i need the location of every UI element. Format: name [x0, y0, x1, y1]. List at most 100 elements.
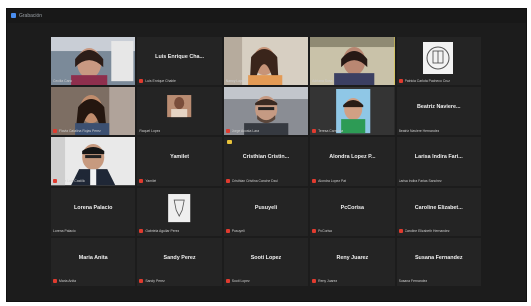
participant-tile[interactable]: Maria Anita Maria Anita: [51, 237, 136, 286]
participant-name-bar: Patricia Carlota Pacheco Cruz: [398, 77, 479, 84]
participant-tile[interactable]: PcCorisa PcCorisa: [310, 187, 395, 236]
participant-name-bar: Reny Juarez: [312, 278, 392, 285]
participant-tile[interactable]: Adriana Sosa: [310, 37, 395, 86]
participant-name-bar: Adriana Sosa: [312, 77, 392, 84]
participant-name: Nancy Lopez: [225, 78, 246, 83]
participant-display-name: Reny Juarez: [336, 254, 369, 261]
participant-tile[interactable]: Larisa Indira Fari... Larisa Indira Faria…: [396, 137, 481, 186]
participant-display-name: Cristhian Cristin...: [242, 154, 290, 161]
organization-logo: [422, 42, 453, 74]
mic-muted-icon: [53, 128, 57, 133]
participant-name: Teresa Carmona: [318, 128, 344, 133]
mic-muted-icon: [312, 179, 317, 184]
participant-tile[interactable]: Caroline Elizabet... Caroline Elizabeth H…: [396, 187, 481, 236]
participant-display-name: Lorena Palacio: [74, 204, 113, 211]
participant-name: Lorena Palacio: [53, 229, 76, 234]
mic-muted-icon: [53, 179, 57, 184]
participant-display-name: Caroline Elizabet...: [414, 204, 463, 211]
participant-tile[interactable]: Jose Luis Castillo: [51, 137, 136, 186]
participant-display-name: Yamilet: [170, 154, 190, 161]
participant-tile[interactable]: Sandy Perez Sandy Perez: [137, 237, 222, 286]
app-title: Grabación: [19, 13, 43, 19]
participant-name-bar: Nancy Lopez: [226, 77, 306, 84]
participant-name: PcCorisa: [318, 229, 332, 234]
participant-display-name: Alondra Lopez P...: [329, 154, 376, 161]
participant-tile[interactable]: Lorena Palacio Lorena Palacio: [51, 187, 136, 236]
participant-tile[interactable]: Nancy Lopez: [223, 37, 309, 86]
participant-name-bar: Caroline Elizabeth Hernandez: [398, 228, 479, 235]
participant-name-bar: Cristhian Cristina Canche Dzul: [225, 178, 306, 185]
participant-tile[interactable]: Cecilia Cano: [51, 37, 136, 86]
participant-tile[interactable]: Patricia Carlota Pacheco Cruz: [396, 37, 481, 86]
participant-name: Flavia Catalina Rojas Perez: [59, 128, 101, 133]
participant-name: Beatriz Naviere Hernandez: [398, 128, 440, 133]
mic-muted-icon: [139, 229, 144, 234]
participant-name: Larisa Indira Farias Sanchez: [398, 179, 442, 184]
participant-name-bar: Jorge Acosta Lara: [225, 127, 306, 134]
participant-tile[interactable]: Reny Juarez Reny Juarez: [310, 237, 395, 286]
participant-name: Jorge Acosta Lara: [231, 128, 260, 133]
participant-tile[interactable]: Gabriela Aguilar Perez: [137, 187, 222, 236]
participant-name: Yamilet: [145, 179, 157, 184]
app-icon: [11, 13, 16, 18]
participant-display-name: Beatriz Naviere...: [417, 104, 461, 111]
hand-raised-icon: [226, 140, 232, 145]
participant-name: Maria Anita: [59, 279, 76, 284]
participant-name-bar: Pusuyeli: [225, 228, 306, 235]
participant-name-bar: Gabriela Aguilar Perez: [139, 228, 219, 235]
participant-display-name: Pusuyeli: [254, 204, 278, 211]
mic-muted-icon: [398, 229, 403, 234]
participant-tile[interactable]: Alondra Lopez P... Alondra Lopez Pat: [310, 137, 395, 186]
participant-name-bar: Larisa Indira Farias Sanchez: [399, 178, 479, 185]
participant-display-name: Maria Anita: [78, 254, 108, 261]
mic-muted-icon: [53, 279, 57, 284]
participant-tile[interactable]: Teresa Carmona: [310, 87, 395, 136]
mic-muted-icon: [312, 229, 317, 234]
participant-display-name: Susana Fernandez: [414, 254, 463, 261]
participant-name: Susana Fernandez: [398, 279, 428, 284]
participant-name-bar: Flavia Catalina Rojas Perez: [53, 127, 133, 134]
participant-name-bar: Beatriz Naviere Hernandez: [399, 127, 479, 134]
mic-muted-icon: [398, 78, 403, 83]
participant-name-bar: Sooti Lopez: [225, 278, 306, 285]
participant-name: Alondra Lopez Pat: [318, 179, 347, 184]
participant-name-bar: Yamilet: [139, 178, 219, 185]
participant-tile[interactable]: Jorge Acosta Lara: [223, 87, 309, 136]
meeting-window: Grabación Cecilia Cano Luis Enrique Cha..…: [6, 8, 527, 302]
participant-name-bar: Jose Luis Castillo: [53, 178, 133, 185]
participant-name-bar: Raquel Lopez: [139, 127, 219, 134]
participant-display-name: PcCorisa: [340, 204, 365, 211]
participant-tile[interactable]: Luis Enrique Cha... Luis Enrique Chable: [137, 37, 222, 86]
participant-name: Caroline Elizabeth Hernandez: [404, 229, 450, 234]
participant-name-bar: Lorena Palacio: [53, 228, 133, 235]
participant-name: Sandy Perez: [145, 279, 165, 284]
participant-name-bar: Maria Anita: [53, 278, 133, 285]
participant-name: Pusuyeli: [231, 229, 245, 234]
participant-tile[interactable]: Yamilet Yamilet: [137, 137, 222, 186]
mic-muted-icon: [139, 179, 144, 184]
mic-muted-icon: [139, 279, 144, 284]
participant-name-bar: Alondra Lopez Pat: [312, 178, 392, 185]
participant-tile[interactable]: Beatriz Naviere... Beatriz Naviere Hernan…: [396, 87, 481, 136]
mic-muted-icon: [312, 279, 317, 284]
participant-tile[interactable]: Sooti Lopez Sooti Lopez: [223, 237, 309, 286]
participant-name: Luis Enrique Chable: [145, 78, 176, 83]
participant-tile[interactable]: Flavia Catalina Rojas Perez: [51, 87, 136, 136]
participant-name: Reny Juarez: [318, 279, 338, 284]
participant-tile[interactable]: Susana Fernandez Susana Fernandez: [396, 237, 481, 286]
participant-name: Adriana Sosa: [312, 78, 333, 83]
mic-muted-icon: [225, 279, 230, 284]
participant-name: Cristhian Cristina Canche Dzul: [231, 179, 278, 184]
participant-name-bar: Sandy Perez: [139, 278, 219, 285]
participant-tile[interactable]: Pusuyeli Pusuyeli: [223, 187, 309, 236]
mic-muted-icon: [225, 229, 230, 234]
participant-name-bar: PcCorisa: [312, 228, 392, 235]
participant-name-bar: Luis Enrique Chable: [139, 77, 219, 84]
participant-tile[interactable]: Cristhian Cristin... Cristhian Cristina C…: [223, 137, 309, 186]
participant-tile[interactable]: Raquel Lopez: [137, 87, 222, 136]
participant-name: Raquel Lopez: [139, 128, 161, 133]
participant-display-name: Larisa Indira Fari...: [414, 154, 463, 161]
participant-name-bar: Teresa Carmona: [312, 127, 392, 134]
participant-name-bar: Cecilia Cano: [53, 77, 133, 84]
participant-display-name: Sooti Lopez: [250, 254, 282, 261]
